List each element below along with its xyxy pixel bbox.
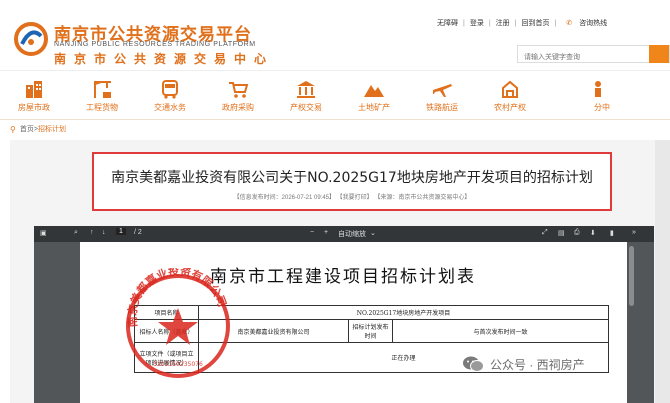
nav-label: 产权交易 (290, 103, 322, 112)
print-icon[interactable]: ⎙ (574, 229, 580, 237)
breadcrumb-home[interactable]: 首页> (20, 124, 38, 134)
nav-label: 政府采购 (222, 103, 254, 112)
breadcrumb-current[interactable]: 招标计划 (38, 124, 66, 134)
article-title: 南京美都嘉业投资有限公司关于NO.2025G17地块房地产开发项目的招标计划 (111, 170, 593, 186)
nav-item-branch[interactable]: 分中 (544, 71, 612, 119)
top-links: 无障碍 | 登录 | 注册 | 回到首页 | ✆ 咨询热线 (432, 18, 617, 28)
nav-label: 交通水务 (154, 103, 186, 112)
nav-item-transport[interactable]: 交通水务 (136, 71, 204, 119)
side-strip (655, 140, 670, 403)
page-number-input[interactable]: 1 (116, 228, 126, 235)
search-icon[interactable]: ⌕ (74, 229, 78, 237)
branch-icon (595, 81, 602, 97)
presentation-icon[interactable]: ⤢ (542, 229, 548, 237)
home-link[interactable]: 回到首页 (521, 18, 549, 28)
search-input[interactable] (518, 49, 638, 66)
page-down-icon[interactable]: ↓ (102, 229, 106, 236)
brand-name-en: NANJING PUBLIC RESOURCES TRADING PLATFOR… (54, 41, 256, 48)
plan-time-label: 招标计划发布时间 (348, 319, 393, 343)
nav-item-engineering[interactable]: 工程货物 (68, 71, 136, 119)
page-up-icon[interactable]: ↑ (90, 229, 94, 236)
accessibility-link[interactable]: 无障碍 (437, 18, 458, 28)
register-link[interactable]: 注册 (496, 18, 510, 28)
bank-icon (297, 81, 315, 98)
nav-label: 农村产权 (494, 103, 526, 112)
plan-time-value: 与首次发布时间一致 (392, 319, 609, 343)
document-title: 南京市工程建设项目招标计划表 (210, 267, 476, 287)
nav-item-rail-shipping[interactable]: 铁路航运 (408, 71, 476, 119)
mountain-icon (364, 85, 384, 97)
cart-icon (229, 82, 249, 98)
article-meta: 【信息发布时间：2026-07-21 09:45】 【我要打印】 【来源：南京市… (233, 195, 471, 201)
nav-item-rural[interactable]: 农村产权 (476, 71, 544, 119)
nav-label: 房屋市政 (18, 103, 50, 112)
phone-icon: ✆ (566, 20, 573, 27)
bus-icon (162, 80, 178, 99)
nav-label: 土地矿产 (358, 103, 390, 112)
header: 南京市公共资源交易平台 NANJING PUBLIC RESOURCES TRA… (0, 0, 670, 70)
search-button[interactable] (649, 45, 669, 63)
watermark-text: 公众号 · 西祠房产 (490, 357, 585, 372)
logo-icon (14, 22, 48, 56)
nav-item-property[interactable]: 产权交易 (272, 71, 340, 119)
plane-icon (433, 84, 452, 97)
hotline-link[interactable]: ✆ 咨询热线 (561, 18, 612, 28)
page-total: / 2 (134, 229, 142, 236)
scrollbar-thumb[interactable] (629, 246, 634, 306)
sidebar-toggle-icon[interactable]: ▣ (40, 229, 47, 237)
article-header: 南京美都嘉业投资有限公司关于NO.2025G17地块房地产开发项目的招标计划 【… (92, 152, 612, 211)
zoom-out-button[interactable]: − (310, 229, 314, 236)
location-pin-icon: ⚲ (10, 124, 16, 134)
nav-item-housing[interactable]: 房屋市政 (0, 71, 68, 119)
brand-subname-cn: 南京市公共资源交易中心 (54, 52, 275, 66)
login-link[interactable]: 登录 (470, 18, 484, 28)
company-seal: 南京美都嘉业投资有限公司 3201150235076 (125, 268, 230, 378)
pdf-toolbar: ▣ ⌕ ↑ ↓ 1 / 2 − + 自动缩放 ⌄ ⤢ ▤ ⎙ ⬇ ▮ » (34, 226, 654, 242)
building-icon (26, 81, 42, 98)
nav-item-procurement[interactable]: 政府采购 (204, 71, 272, 119)
hotline-label: 咨询热线 (579, 20, 608, 27)
download-icon[interactable]: ⬇ (590, 229, 596, 237)
search-box (517, 45, 670, 66)
nav-label: 工程货物 (86, 103, 118, 112)
open-file-icon[interactable]: ▤ (558, 229, 565, 237)
nav-label: 分中 (594, 103, 610, 112)
more-tools-icon[interactable]: » (632, 229, 636, 236)
bookmark-icon[interactable]: ▮ (610, 229, 614, 237)
wechat-icon (463, 356, 484, 372)
zoom-in-button[interactable]: + (324, 229, 328, 236)
project-value: NO.2025G17地块房地产开发项目 (198, 305, 609, 320)
crane-icon (94, 81, 111, 98)
svg-text:3201150235076: 3201150235076 (153, 361, 203, 368)
zoom-select[interactable]: 自动缩放 (338, 229, 366, 239)
wechat-watermark: 公众号 · 西祠房产 (462, 355, 585, 373)
farm-icon (502, 80, 518, 98)
chevron-down-icon: ⌄ (370, 230, 376, 237)
nav-label: 铁路航运 (426, 103, 458, 112)
breadcrumb: ⚲ 首页> 招标计划 (10, 124, 66, 134)
nav-item-land[interactable]: 土地矿产 (340, 71, 408, 119)
main-nav: 房屋市政 工程货物 交通水务 政府采购 产权交易 土地矿产 铁路航运 农村产权 … (0, 70, 670, 120)
